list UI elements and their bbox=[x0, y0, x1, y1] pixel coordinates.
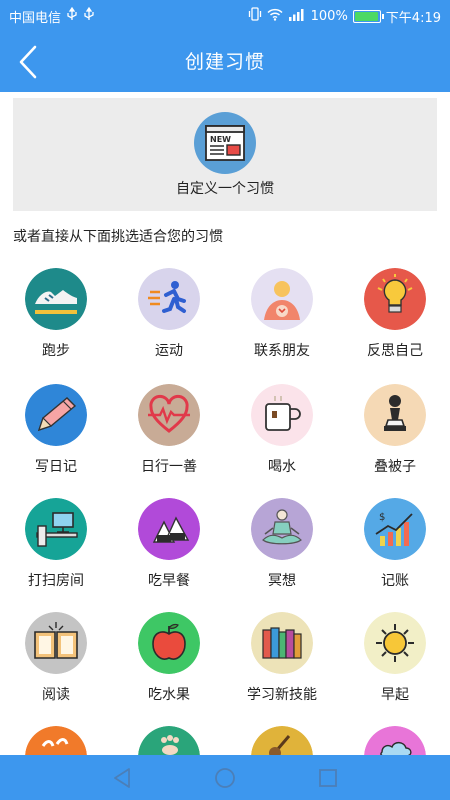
open-book-icon bbox=[25, 612, 87, 674]
svg-text:$: $ bbox=[379, 512, 385, 523]
habit-label: 打扫房间 bbox=[28, 573, 84, 589]
triangle-back-icon bbox=[113, 767, 130, 788]
chess-pawn-icon bbox=[364, 384, 426, 446]
system-nav-bar bbox=[0, 755, 450, 800]
running-shoe-icon bbox=[25, 268, 87, 330]
habit-item-eat-fruit[interactable]: 吃水果 bbox=[113, 612, 225, 716]
new-badge-text: NEW bbox=[210, 135, 231, 144]
nav-back-button[interactable] bbox=[102, 758, 142, 798]
habit-item-clean-room[interactable]: 打扫房间 bbox=[0, 498, 112, 602]
app-bar: 创建习惯 bbox=[0, 32, 450, 92]
rice-ball-icon bbox=[138, 498, 200, 560]
desk-icon bbox=[25, 498, 87, 560]
habit-item-drink-water[interactable]: 喝水 bbox=[226, 384, 338, 488]
app-screen: 中国电信 100% 下午4:19 创建习惯 NEW 自定义一个习惯 或者直接从下… bbox=[0, 0, 450, 800]
meditation-icon bbox=[251, 498, 313, 560]
newspaper-icon: NEW bbox=[194, 112, 256, 174]
habit-item-contact-friends[interactable]: 联系朋友 bbox=[226, 268, 338, 372]
signal-icon bbox=[288, 8, 306, 25]
habit-label: 学习新技能 bbox=[247, 687, 317, 703]
status-bar: 中国电信 100% 下午4:19 bbox=[0, 0, 450, 32]
custom-habit-button[interactable]: NEW 自定义一个习惯 bbox=[13, 98, 437, 211]
status-time: 下午4:19 bbox=[385, 10, 441, 26]
habit-label: 反思自己 bbox=[367, 343, 423, 359]
habit-item-exercise[interactable]: 运动 bbox=[113, 268, 225, 372]
page-title: 创建习惯 bbox=[184, 51, 265, 73]
habit-label: 阅读 bbox=[42, 687, 70, 703]
habit-label: 吃早餐 bbox=[148, 573, 190, 589]
wifi-icon bbox=[267, 8, 283, 25]
phone-contact-icon bbox=[251, 268, 313, 330]
suggestion-subtitle: 或者直接从下面挑选适合您的习惯 bbox=[13, 229, 223, 245]
habit-item-diary[interactable]: 写日记 bbox=[0, 384, 112, 488]
habit-item-learn-skill[interactable]: 学习新技能 bbox=[226, 612, 338, 716]
habit-item-reflect[interactable]: 反思自己 bbox=[339, 268, 450, 372]
habit-item-meditate[interactable]: 冥想 bbox=[226, 498, 338, 602]
runner-icon bbox=[138, 268, 200, 330]
habit-label: 喝水 bbox=[268, 459, 296, 475]
circle-home-icon bbox=[215, 767, 235, 788]
sun-icon bbox=[364, 612, 426, 674]
books-icon bbox=[251, 612, 313, 674]
carrier-text: 中国电信 bbox=[9, 10, 62, 26]
habit-label: 日行一善 bbox=[141, 459, 197, 475]
square-recents-icon bbox=[319, 768, 338, 787]
habit-item-read[interactable]: 阅读 bbox=[0, 612, 112, 716]
habit-item-good-deed[interactable]: 日行一善 bbox=[113, 384, 225, 488]
custom-habit-label: 自定义一个习惯 bbox=[176, 181, 274, 197]
nav-recents-button[interactable] bbox=[308, 758, 348, 798]
nav-home-button[interactable] bbox=[205, 758, 245, 798]
usb-icon bbox=[83, 6, 95, 25]
apple-icon bbox=[138, 612, 200, 674]
pencil-icon bbox=[25, 384, 87, 446]
habit-label: 写日记 bbox=[35, 459, 77, 475]
battery-icon bbox=[352, 9, 384, 23]
habit-label: 运动 bbox=[155, 343, 183, 359]
habit-label: 冥想 bbox=[268, 573, 296, 589]
habit-label: 早起 bbox=[381, 687, 409, 703]
habit-label: 记账 bbox=[381, 573, 409, 589]
habit-item-breakfast[interactable]: 吃早餐 bbox=[113, 498, 225, 602]
habit-item-make-bed[interactable]: 叠被子 bbox=[339, 384, 450, 488]
growth-chart-icon: $ bbox=[364, 498, 426, 560]
vibrate-icon bbox=[248, 7, 262, 25]
lightbulb-icon bbox=[364, 268, 426, 330]
habit-label: 跑步 bbox=[42, 343, 70, 359]
habit-item-early-rise[interactable]: 早起 bbox=[339, 612, 450, 716]
habit-item-running[interactable]: 跑步 bbox=[0, 268, 112, 372]
habit-label: 联系朋友 bbox=[254, 343, 310, 359]
mug-icon bbox=[251, 384, 313, 446]
heartbeat-icon bbox=[138, 384, 200, 446]
habit-item-bookkeeping[interactable]: $ 记账 bbox=[339, 498, 450, 602]
habit-label: 吃水果 bbox=[148, 687, 190, 703]
usb-icon bbox=[66, 6, 78, 25]
battery-percent: 100% bbox=[310, 8, 348, 24]
habit-label: 叠被子 bbox=[374, 459, 416, 475]
